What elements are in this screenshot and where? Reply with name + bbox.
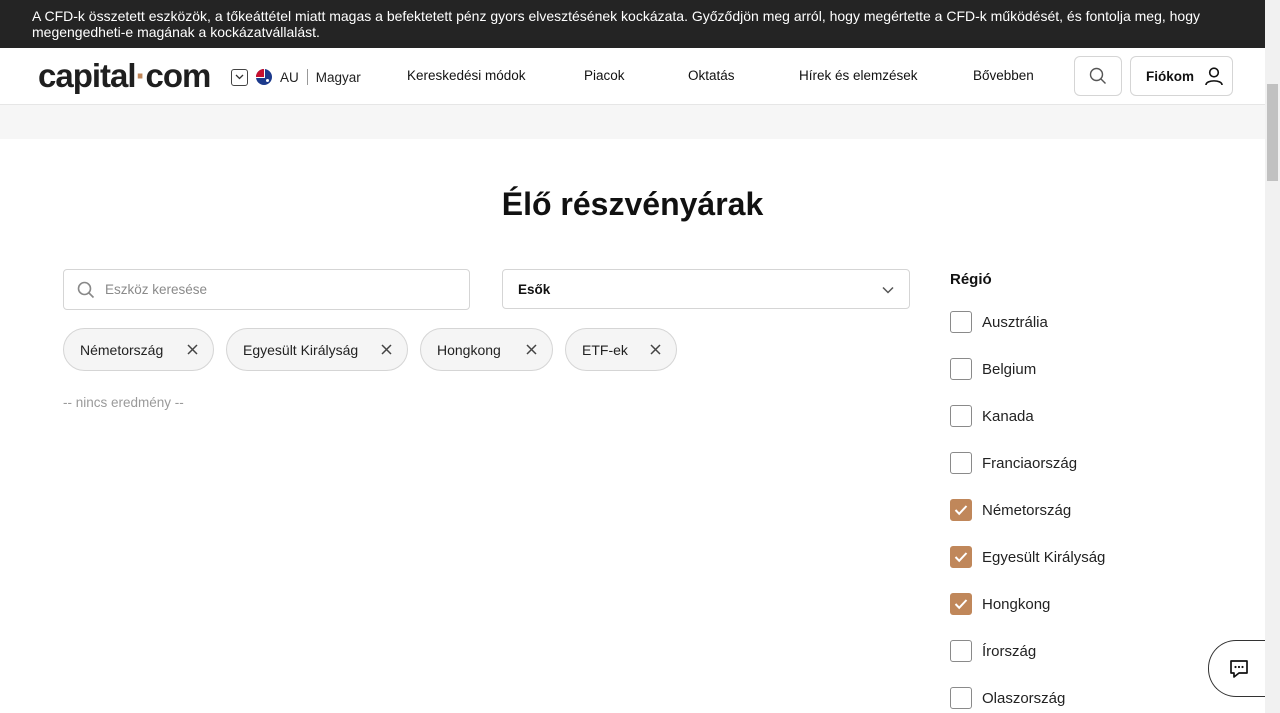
nav-trading-modes[interactable]: Kereskedési módok	[407, 68, 526, 83]
nav-news-analysis[interactable]: Hírek és elemzések	[799, 68, 918, 83]
logo-text-right: com	[145, 57, 212, 94]
header-grey-band	[0, 105, 1265, 139]
account-label: Fiókom	[1146, 68, 1195, 84]
region-filter-title: Régió	[950, 271, 992, 288]
australia-flag-icon	[256, 69, 272, 85]
filter-chip-etfs: ETF-ek	[565, 328, 677, 371]
region-option[interactable]: Egyesült Királyság	[950, 546, 1105, 568]
checkbox-unchecked[interactable]	[950, 640, 972, 662]
checkbox-unchecked[interactable]	[950, 452, 972, 474]
region-option[interactable]: Ausztrália	[950, 311, 1048, 333]
region-option-label: Ausztrália	[982, 313, 1048, 331]
region-option[interactable]: Olaszország	[950, 687, 1065, 709]
region-option-label: Írország	[982, 642, 1037, 660]
no-results-text: -- nincs eredmény --	[63, 395, 184, 410]
chevron-down-icon	[231, 68, 248, 86]
chevron-down-icon	[882, 286, 894, 294]
region-option-label: Egyesült Királyság	[982, 548, 1106, 566]
risk-warning-text: A CFD-k összetett eszközök, a tőkeáttéte…	[32, 8, 1201, 40]
close-icon[interactable]	[380, 343, 393, 356]
filter-chip-germany: Németország	[63, 328, 214, 371]
chip-label: Egyesült Királyság	[243, 341, 359, 358]
checkbox-checked[interactable]	[950, 499, 972, 521]
nav-education[interactable]: Oktatás	[688, 68, 735, 83]
asset-search-input[interactable]	[105, 282, 445, 297]
risk-warning-banner: A CFD-k összetett eszközök, a tőkeáttéte…	[0, 0, 1265, 48]
region-option-label: Hongkong	[982, 595, 1051, 613]
capital-com-logo[interactable]: capital·com	[38, 57, 212, 94]
checkmark-icon	[954, 599, 968, 610]
region-option[interactable]: Írország	[950, 640, 1036, 662]
filter-chip-united-kingdom: Egyesült Királyság	[226, 328, 408, 371]
region-code: AU	[280, 69, 299, 85]
checkbox-unchecked[interactable]	[950, 405, 972, 427]
header-search-button[interactable]	[1074, 56, 1122, 96]
search-icon	[1089, 67, 1106, 84]
region-option-label: Franciaország	[982, 454, 1078, 472]
chat-icon	[1230, 659, 1248, 678]
filter-chip-hong-kong: Hongkong	[420, 328, 553, 371]
language-label: Magyar	[315, 69, 361, 85]
scrollbar-thumb[interactable]	[1267, 84, 1278, 181]
logo-dot: ·	[135, 57, 147, 94]
nav-more[interactable]: Bővebben	[973, 68, 1034, 83]
region-option[interactable]: Belgium	[950, 358, 1036, 380]
checkbox-unchecked[interactable]	[950, 687, 972, 709]
search-icon	[77, 281, 95, 298]
page-scrollbar[interactable]	[1265, 0, 1280, 713]
user-icon	[1205, 67, 1223, 86]
close-icon[interactable]	[525, 343, 538, 356]
sort-select[interactable]: Esők	[502, 269, 910, 309]
chip-label: ETF-ek	[582, 341, 628, 358]
region-option-label: Kanada	[982, 407, 1034, 425]
region-option[interactable]: Kanada	[950, 405, 1034, 427]
region-option-label: Olaszország	[982, 689, 1066, 707]
sort-selected-value: Esők	[518, 281, 551, 297]
region-option[interactable]: Franciaország	[950, 452, 1077, 474]
chat-button[interactable]	[1208, 640, 1265, 697]
region-option[interactable]: Hongkong	[950, 593, 1050, 615]
checkbox-checked[interactable]	[950, 593, 972, 615]
checkmark-icon	[954, 505, 968, 516]
close-icon[interactable]	[649, 343, 662, 356]
page-title: Élő részvényárak	[501, 186, 764, 222]
region-option-label: Németország	[982, 501, 1072, 519]
logo-text-left: capital	[38, 57, 137, 94]
site-header: capital·com AU Magyar Kereskedési módok …	[0, 48, 1265, 105]
checkmark-icon	[954, 552, 968, 563]
chip-label: Németország	[80, 341, 164, 358]
language-region-switcher[interactable]: AU Magyar	[231, 67, 361, 87]
region-option-label: Belgium	[982, 360, 1037, 378]
close-icon[interactable]	[186, 343, 199, 356]
chip-label: Hongkong	[437, 341, 501, 358]
checkbox-unchecked[interactable]	[950, 311, 972, 333]
asset-search-box[interactable]	[63, 269, 470, 310]
divider	[306, 69, 308, 85]
checkbox-unchecked[interactable]	[950, 358, 972, 380]
region-option[interactable]: Németország	[950, 499, 1071, 521]
nav-markets[interactable]: Piacok	[584, 68, 625, 83]
checkbox-checked[interactable]	[950, 546, 972, 568]
account-button[interactable]: Fiókom	[1130, 56, 1233, 96]
